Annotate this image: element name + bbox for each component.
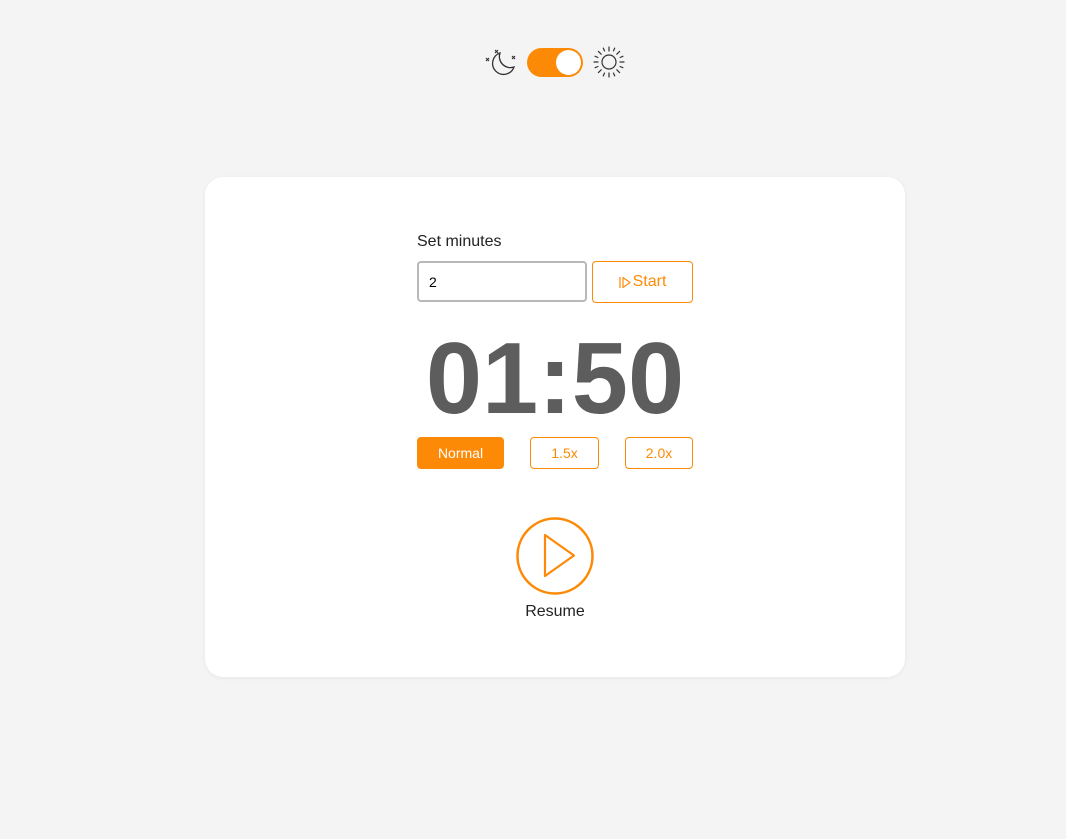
timer-card: Set minutes Start 01:50 Normal 1.5x 2.0x… <box>205 177 905 677</box>
theme-toggle[interactable] <box>527 47 583 77</box>
moon-stars-icon <box>485 49 516 76</box>
start-button[interactable]: Start <box>592 261 693 303</box>
resume-label: Resume <box>525 603 585 620</box>
speed-2-0x-button[interactable]: 2.0x <box>625 437 693 469</box>
toggle-knob <box>556 49 581 75</box>
speed-normal-button[interactable]: Normal <box>417 437 504 469</box>
play-circle-icon <box>516 517 594 595</box>
start-label: Start <box>632 273 667 290</box>
resume-button[interactable] <box>516 517 594 595</box>
time-display: 01:50 <box>425 323 685 435</box>
minutes-input[interactable] <box>417 261 587 302</box>
theme-switch <box>484 46 626 78</box>
play-outline-icon <box>618 276 631 288</box>
speed-1-5x-button[interactable]: 1.5x <box>530 437 599 469</box>
sun-icon <box>593 46 625 78</box>
set-minutes-label: Set minutes <box>417 233 502 250</box>
